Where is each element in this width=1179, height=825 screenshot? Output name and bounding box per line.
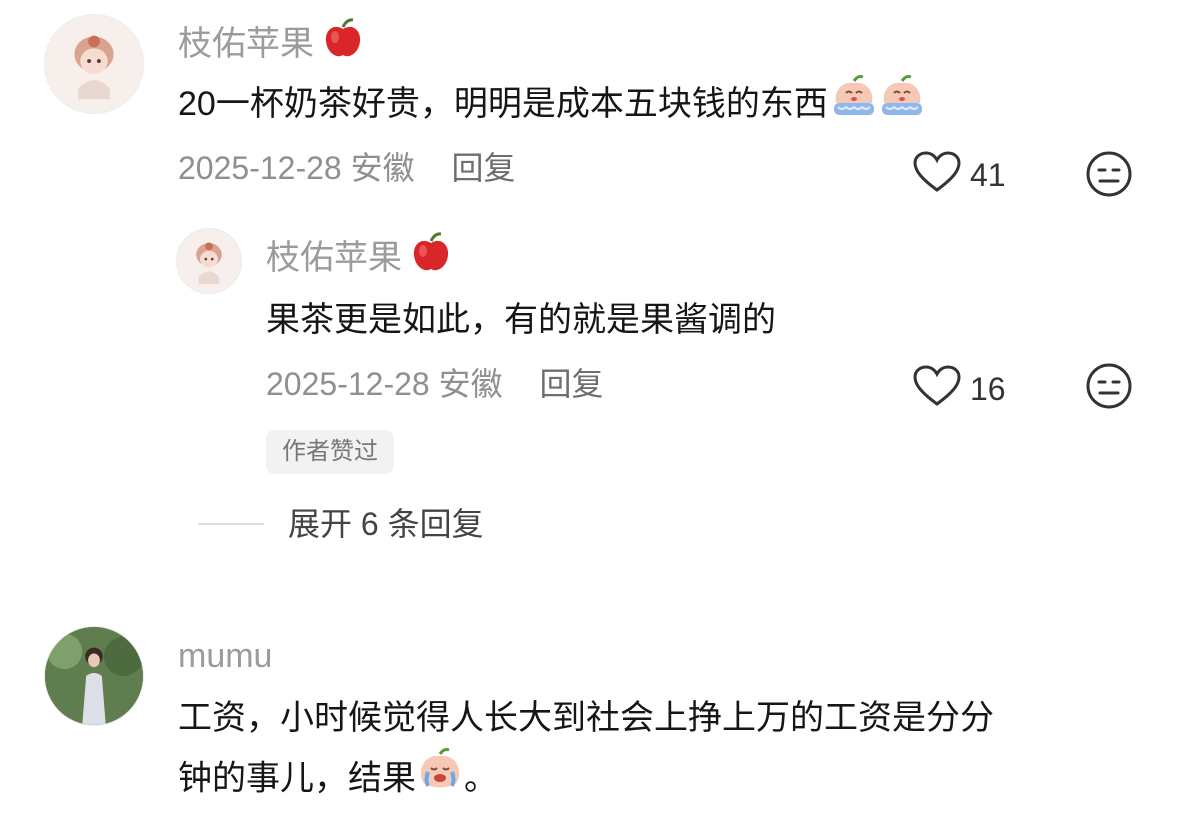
comment-text-line: 工资，小时候觉得人长大到社会上挣上万的工资是分分 bbox=[178, 699, 994, 737]
comment-region: 安徽 bbox=[350, 150, 415, 186]
reply-meta: 2025-12-28 安徽 回复 bbox=[266, 364, 604, 404]
divider-line bbox=[198, 523, 264, 525]
reply-text: 果茶更是如此，有的就是果酱调的 bbox=[266, 301, 776, 339]
apple-emoji bbox=[323, 17, 363, 68]
avatar[interactable] bbox=[44, 626, 144, 726]
like-count: 41 bbox=[970, 156, 1006, 193]
comment-text: 20一杯奶茶好贵，明明是成本五块钱的东西 bbox=[178, 74, 926, 130]
comment-text-line: 钟的事儿，结果 。 bbox=[178, 748, 994, 805]
neutral-face-icon bbox=[1086, 363, 1132, 409]
reply-username[interactable]: 枝佑苹果 bbox=[266, 231, 451, 282]
crying-peach-emoji bbox=[878, 74, 926, 130]
neutral-face-icon bbox=[1086, 151, 1132, 197]
expand-replies-label: 展开 6 条回复 bbox=[288, 506, 484, 542]
comment-text: 工资，小时候觉得人长大到社会上挣上万的工资是分分 钟的事儿，结果 。 bbox=[178, 696, 994, 805]
dislike-button[interactable] bbox=[1085, 150, 1133, 203]
crying-peach-emoji bbox=[830, 74, 878, 130]
expand-replies-button[interactable]: 展开 6 条回复 bbox=[198, 504, 484, 544]
apple-emoji bbox=[411, 231, 451, 282]
comment-username[interactable]: mumu bbox=[178, 636, 272, 676]
reply-region: 安徽 bbox=[438, 366, 503, 402]
reply-avatar[interactable] bbox=[176, 228, 242, 294]
comment-username[interactable]: 枝佑苹果 bbox=[178, 17, 363, 68]
comment-meta: 2025-12-28 安徽 回复 bbox=[178, 148, 516, 188]
like-button[interactable]: 41 bbox=[912, 150, 1006, 199]
reply-button[interactable]: 回复 bbox=[539, 366, 603, 402]
avatar[interactable] bbox=[44, 14, 144, 114]
reply-dislike-button[interactable] bbox=[1085, 362, 1133, 415]
reply-date: 2025-12-28 bbox=[266, 366, 430, 402]
heart-icon bbox=[912, 364, 962, 413]
author-liked-badge: 作者赞过 bbox=[266, 430, 394, 474]
reply-button[interactable]: 回复 bbox=[451, 150, 515, 186]
comment-date: 2025-12-28 bbox=[178, 150, 342, 186]
heart-icon bbox=[912, 150, 962, 199]
crying-peach-emoji bbox=[416, 748, 464, 805]
reply-like-button[interactable]: 16 bbox=[912, 364, 1006, 413]
like-count: 16 bbox=[970, 370, 1006, 407]
